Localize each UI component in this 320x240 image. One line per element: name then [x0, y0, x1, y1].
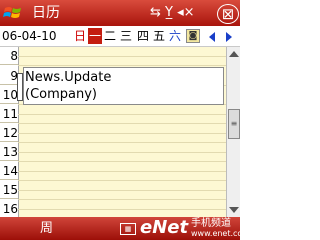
hour-line	[18, 123, 226, 124]
appointment-location: (Company)	[25, 87, 97, 102]
previous-week-arrow-icon[interactable]	[209, 32, 215, 42]
weekday-saturday[interactable]: 六	[168, 26, 182, 46]
go-to-today-icon[interactable]: ◙	[186, 29, 200, 43]
half-hour-line	[18, 133, 226, 134]
title-bar: 日历 ⇆ Y̲ ◂× ⊠	[0, 0, 240, 26]
hour-label: 8	[0, 47, 18, 65]
windows-start-icon[interactable]	[3, 4, 23, 22]
hour-label: 13	[0, 143, 18, 161]
half-hour-line	[18, 152, 226, 153]
date-navigation-bar: 06-04-10 日 一 二 三 四 五 六 ◙	[0, 26, 240, 47]
app-title: 日历	[32, 5, 60, 21]
weekday-tuesday[interactable]: 二	[103, 26, 117, 46]
hour-line	[18, 161, 226, 162]
hour-line	[18, 199, 226, 200]
hour-label: 16	[0, 200, 18, 217]
half-hour-line	[18, 171, 226, 172]
scroll-thumb[interactable]: ≡	[228, 109, 240, 139]
weekday-monday-selected[interactable]: 一	[88, 28, 102, 44]
half-hour-line	[18, 114, 226, 115]
hour-label: 14	[0, 162, 18, 180]
hour-label: 10	[0, 86, 18, 104]
appointment-title: News.Update	[25, 70, 112, 85]
half-hour-line	[18, 56, 226, 57]
hour-label: 11	[0, 105, 18, 123]
hour-label: 12	[0, 124, 18, 142]
close-ok-button[interactable]: ⊠	[217, 4, 239, 24]
current-date[interactable]: 06-04-10	[2, 26, 56, 46]
watermark-channel-text: 手机频道	[191, 218, 231, 229]
weekday-friday[interactable]: 五	[152, 26, 166, 46]
watermark-url-text: www.enet.com.cn	[191, 229, 263, 238]
appointment-block[interactable]: News.Update (Company)	[23, 67, 224, 105]
week-view-softkey[interactable]: 周	[40, 219, 53, 238]
vertical-scrollbar[interactable]: ≡	[226, 47, 240, 217]
hour-label: 15	[0, 181, 18, 199]
hours-column: 8 9 10 11 12 13 14 15 16	[0, 47, 18, 217]
soft-key-bar: 周 ▦ eNet 手机频道 www.enet.com.cn	[0, 217, 262, 240]
hour-line	[18, 180, 226, 181]
hour-line	[18, 65, 226, 66]
weekday-thursday[interactable]: 四	[136, 26, 150, 46]
keyboard-icon[interactable]: ▦	[120, 223, 136, 235]
weekday-wednesday[interactable]: 三	[119, 26, 133, 46]
half-hour-line	[18, 190, 226, 191]
hour-line	[18, 142, 226, 143]
enet-watermark-logo: eNet	[140, 217, 189, 238]
connectivity-signal-volume-icons[interactable]: ⇆ Y̲ ◂×	[150, 5, 195, 21]
weekday-sunday[interactable]: 日	[73, 26, 87, 46]
scroll-down-arrow-icon[interactable]	[229, 207, 239, 213]
half-hour-line	[18, 209, 226, 210]
scroll-up-arrow-icon[interactable]	[229, 51, 239, 57]
day-schedule-grid[interactable]: 8 9 10 11 12 13 14 15 16 News.Update (Co…	[0, 47, 226, 217]
hour-label: 9	[0, 67, 18, 85]
next-week-arrow-icon[interactable]	[226, 32, 232, 42]
